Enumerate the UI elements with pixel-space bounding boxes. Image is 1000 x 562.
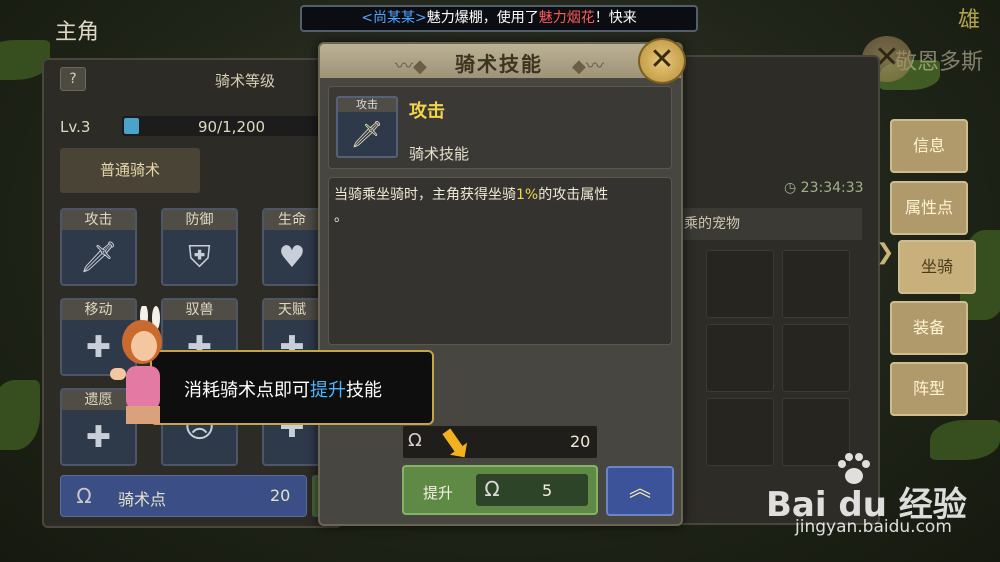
shield-icon: ⛨ xyxy=(188,239,211,275)
desc-text: 的攻击属性 xyxy=(538,187,609,203)
tutorial-character-avatar xyxy=(110,306,162,424)
watermark-url: jingyan.baidu.com xyxy=(795,517,952,537)
skill-tile-label: 天赋 xyxy=(264,300,320,320)
riding-xp-text: 90/1,200 xyxy=(198,118,266,136)
desc-text: 当骑乘坐骑时，主角获得坐骑 xyxy=(334,187,516,203)
sword-icon: 🗡 xyxy=(79,239,118,275)
side-tab-mount[interactable]: 坐骑 xyxy=(898,240,976,294)
riding-level-label: Lv.3 xyxy=(60,118,91,136)
help-button[interactable]: ? xyxy=(60,67,86,91)
tab-normal-riding[interactable]: 普通骑术 xyxy=(60,148,200,193)
announcement-text: 魅力爆棚，使用了 xyxy=(426,10,539,26)
tip-text: 技能 xyxy=(346,380,382,401)
skill-tile-label: 防御 xyxy=(163,210,236,230)
background-hero-title: 雄 xyxy=(958,8,981,33)
skill-description: 当骑乘坐骑时，主角获得坐骑1%的攻击属性 。 xyxy=(334,184,666,228)
skill-tile-life[interactable]: 生命 ♥ xyxy=(262,208,322,286)
skill-tile-label: 攻击 xyxy=(62,210,135,230)
screen-title: 主角 xyxy=(55,20,100,45)
close-button[interactable]: ✕ xyxy=(638,38,686,84)
horseshoe-icon: Ω xyxy=(484,477,500,501)
skill-tile-label: 生命 xyxy=(264,210,320,230)
horseshoe-icon: Ω xyxy=(76,484,92,508)
desc-highlight: 1% xyxy=(516,187,539,203)
skill-tile-defense[interactable]: 防御 ⛨ xyxy=(161,208,238,286)
tip-text: 消耗骑术点即可 xyxy=(184,380,310,401)
skill-type: 骑术技能 xyxy=(409,145,470,163)
tip-highlight: 提升 xyxy=(310,380,346,401)
max-upgrade-button[interactable]: ︽ xyxy=(606,466,674,516)
riding-points-label: 骑术点 xyxy=(118,490,167,509)
points-cost-value: 20 xyxy=(570,432,591,451)
pet-slot[interactable] xyxy=(706,324,774,392)
riding-level-title: 骑术等级 xyxy=(215,72,276,90)
foliage-decoration xyxy=(930,420,1000,460)
pet-slot[interactable] xyxy=(782,324,850,392)
skill-badge-label: 攻击 xyxy=(338,98,396,112)
riding-xp-fill xyxy=(124,118,139,134)
mount-timer: ◷ 23:34:33 xyxy=(784,180,864,196)
ornament-icon: 〰◆ xyxy=(395,56,427,77)
announcement-banner: <尚某某>魅力爆棚，使用了魅力烟花！快来 xyxy=(300,5,698,32)
heart-plus-icon: ♥ xyxy=(278,239,306,275)
active-tab-marker-icon: ❯ xyxy=(876,240,895,265)
upgrade-label: 提升 xyxy=(423,484,454,502)
side-tab-formation[interactable]: 阵型 xyxy=(890,362,968,416)
foliage-decoration xyxy=(0,380,40,450)
sword-icon: 🗡 xyxy=(350,120,384,150)
pet-slot[interactable] xyxy=(706,250,774,318)
announcement-suffix: ！快来 xyxy=(594,10,637,26)
pet-slot[interactable] xyxy=(706,398,774,466)
side-tab-equipment[interactable]: 装备 xyxy=(890,301,968,355)
side-tab-info[interactable]: 信息 xyxy=(890,119,968,173)
desc-text: 。 xyxy=(334,209,348,225)
ornament-icon: ◆〰 xyxy=(572,56,604,77)
ride-pet-label: 乘的宠物 xyxy=(676,208,862,240)
upgrade-cost-value: 5 xyxy=(542,481,553,500)
announcement-item: 魅力烟花 xyxy=(538,10,595,26)
side-tab-attributes[interactable]: 属性点 xyxy=(890,181,968,235)
riding-points-value: 20 xyxy=(270,486,291,505)
skill-name: 攻击 xyxy=(409,101,445,122)
skill-tile-attack[interactable]: 攻击 🗡 xyxy=(60,208,137,286)
timer-text: 23:34:33 xyxy=(800,180,864,196)
tutorial-text: 消耗骑术点即可提升技能 xyxy=(184,376,382,402)
dialog-title: 骑术技能 xyxy=(455,52,543,76)
announcement-player: <尚某某> xyxy=(361,10,427,26)
pet-slot[interactable] xyxy=(782,250,850,318)
